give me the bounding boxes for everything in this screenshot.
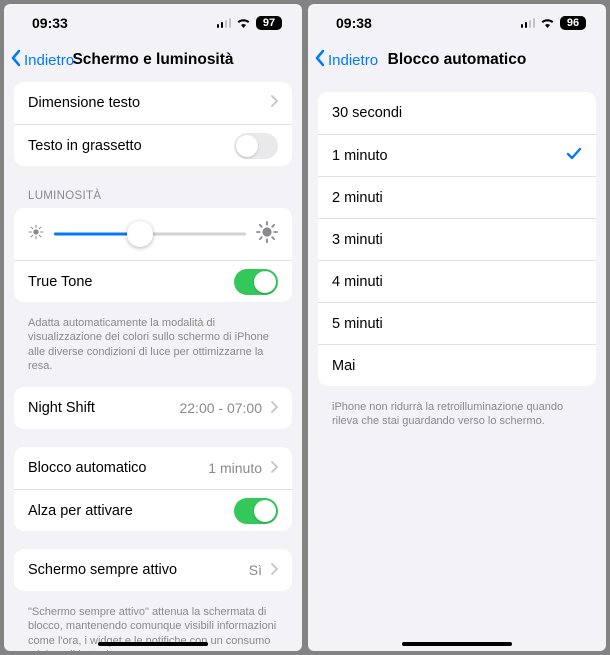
row-label: Blocco automatico — [28, 460, 146, 476]
chevron-left-icon — [314, 49, 326, 71]
true-tone-toggle[interactable] — [234, 269, 278, 295]
auto-lock-option[interactable]: 5 minuti — [318, 302, 596, 344]
auto-lock-option[interactable]: 1 minuto — [318, 134, 596, 176]
night-shift-group: Night Shift 22:00 - 07:00 — [14, 387, 292, 429]
raise-to-wake-toggle[interactable] — [234, 498, 278, 524]
phone-left: 09:33 97 Indietro Schermo e luminosità D… — [4, 4, 302, 651]
auto-lock-option[interactable]: 2 minuti — [318, 176, 596, 218]
chevron-right-icon — [270, 400, 278, 416]
back-label: Indietro — [328, 52, 378, 69]
option-label: 4 minuti — [332, 274, 383, 290]
auto-lock-option[interactable]: 30 secondi — [318, 92, 596, 134]
row-label: Alza per attivare — [28, 503, 133, 519]
lock-group: Blocco automatico 1 minuto Alza per atti… — [14, 447, 292, 531]
always-on-group: Schermo sempre attivo Sì — [14, 549, 292, 591]
option-label: 1 minuto — [332, 148, 388, 164]
phone-right: 09:38 96 Indietro Blocco automatico 30 s… — [308, 4, 606, 651]
back-button[interactable]: Indietro — [314, 49, 378, 71]
battery-badge: 97 — [256, 16, 282, 30]
back-label: Indietro — [24, 52, 74, 69]
home-indicator[interactable] — [402, 642, 512, 646]
row-label: True Tone — [28, 274, 93, 290]
checkmark-icon — [566, 147, 582, 165]
chevron-right-icon — [270, 95, 278, 111]
auto-lock-option[interactable]: 4 minuti — [318, 260, 596, 302]
wifi-icon — [236, 15, 251, 31]
status-time: 09:38 — [336, 15, 372, 31]
raise-to-wake-row: Alza per attivare — [14, 489, 292, 531]
status-bar: 09:33 97 — [4, 4, 302, 42]
brightness-footer: Adatta automaticamente la modalità di vi… — [14, 312, 292, 387]
cellular-signal-icon — [217, 18, 232, 28]
nav-bar: Indietro Schermo e luminosità — [4, 42, 302, 82]
auto-lock-option[interactable]: Mai — [318, 344, 596, 386]
always-on-row[interactable]: Schermo sempre attivo Sì — [14, 549, 292, 591]
option-label: 2 minuti — [332, 190, 383, 206]
status-time: 09:33 — [32, 15, 68, 31]
battery-badge: 96 — [560, 16, 586, 30]
chevron-right-icon — [270, 562, 278, 578]
status-right: 97 — [217, 15, 283, 31]
row-value: 1 minuto — [208, 460, 262, 476]
slider-thumb[interactable] — [127, 221, 153, 247]
sun-large-icon — [256, 221, 278, 248]
wifi-icon — [540, 15, 555, 31]
brightness-group: True Tone — [14, 208, 292, 302]
text-appearance-group: Dimensione testo Testo in grassetto — [14, 82, 292, 166]
row-label: Schermo sempre attivo — [28, 562, 177, 578]
auto-lock-row[interactable]: Blocco automatico 1 minuto — [14, 447, 292, 489]
auto-lock-option[interactable]: 3 minuti — [318, 218, 596, 260]
brightness-header: LUMINOSITÀ — [14, 176, 292, 208]
option-label: 5 minuti — [332, 316, 383, 332]
cellular-signal-icon — [521, 18, 536, 28]
bold-text-row: Testo in grassetto — [14, 124, 292, 166]
chevron-right-icon — [270, 460, 278, 476]
sun-small-icon — [28, 224, 44, 245]
row-value: Sì — [249, 562, 262, 578]
nav-bar: Indietro Blocco automatico — [308, 42, 606, 82]
row-value: 22:00 - 07:00 — [179, 400, 262, 416]
back-button[interactable]: Indietro — [10, 49, 74, 71]
option-label: 30 secondi — [332, 105, 402, 121]
row-label: Night Shift — [28, 400, 95, 416]
brightness-slider[interactable] — [54, 220, 246, 248]
auto-lock-footer: iPhone non ridurrà la retroilluminazione… — [318, 396, 596, 443]
bold-text-toggle[interactable] — [234, 133, 278, 159]
auto-lock-options: 30 secondi 1 minuto 2 minuti 3 minuti 4 minu… — [318, 92, 596, 386]
brightness-slider-row — [14, 208, 292, 260]
text-size-row[interactable]: Dimensione testo — [14, 82, 292, 124]
option-label: 3 minuti — [332, 232, 383, 248]
row-label: Testo in grassetto — [28, 138, 142, 154]
status-bar: 09:38 96 — [308, 4, 606, 42]
content: Dimensione testo Testo in grassetto LUMI… — [4, 82, 302, 651]
status-right: 96 — [521, 15, 587, 31]
row-label: Dimensione testo — [28, 95, 140, 111]
option-label: Mai — [332, 358, 355, 374]
content: 30 secondi 1 minuto 2 minuti 3 minuti 4 minu… — [308, 82, 606, 651]
true-tone-row: True Tone — [14, 260, 292, 302]
chevron-left-icon — [10, 49, 22, 71]
night-shift-row[interactable]: Night Shift 22:00 - 07:00 — [14, 387, 292, 429]
home-indicator[interactable] — [98, 642, 208, 646]
